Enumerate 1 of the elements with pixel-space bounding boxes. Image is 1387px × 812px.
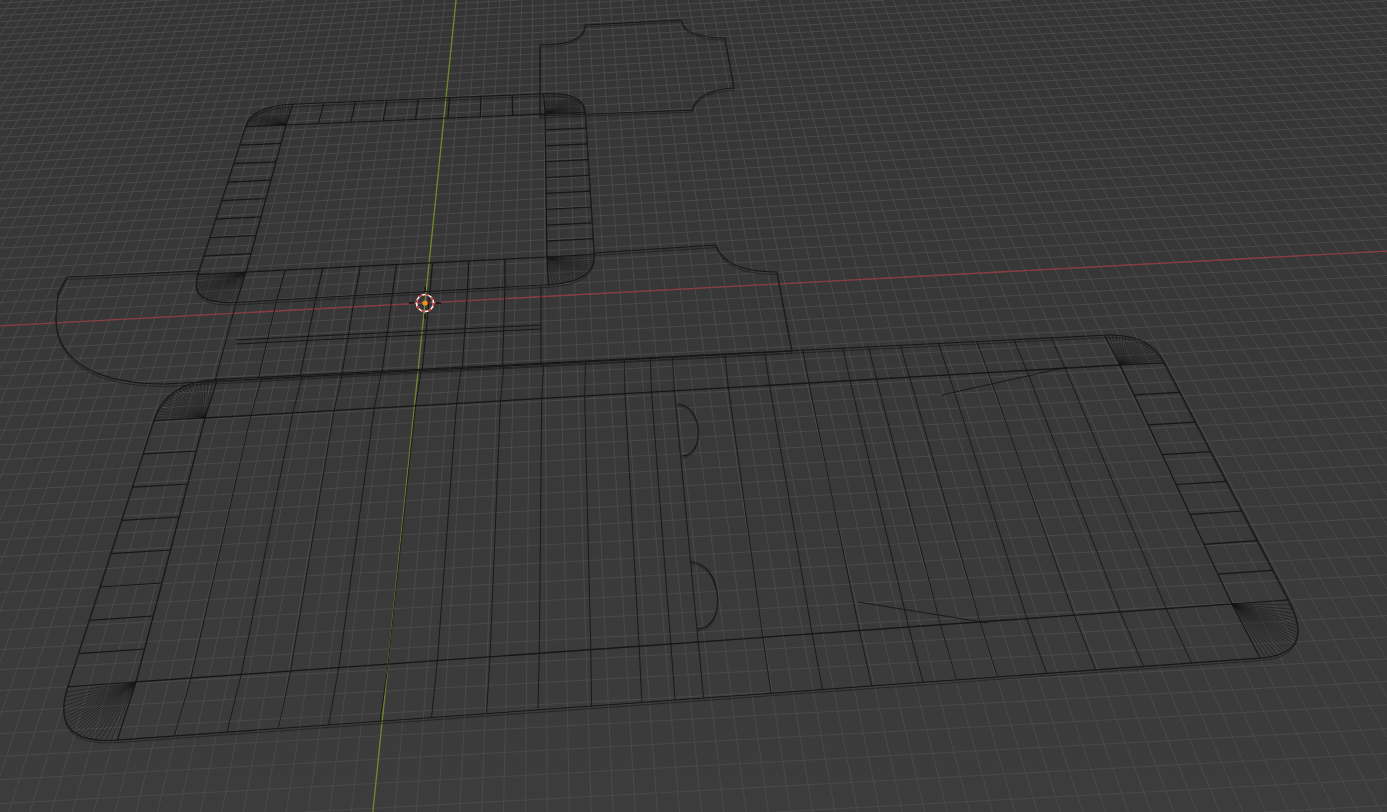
3d-cursor-icon — [408, 286, 442, 320]
